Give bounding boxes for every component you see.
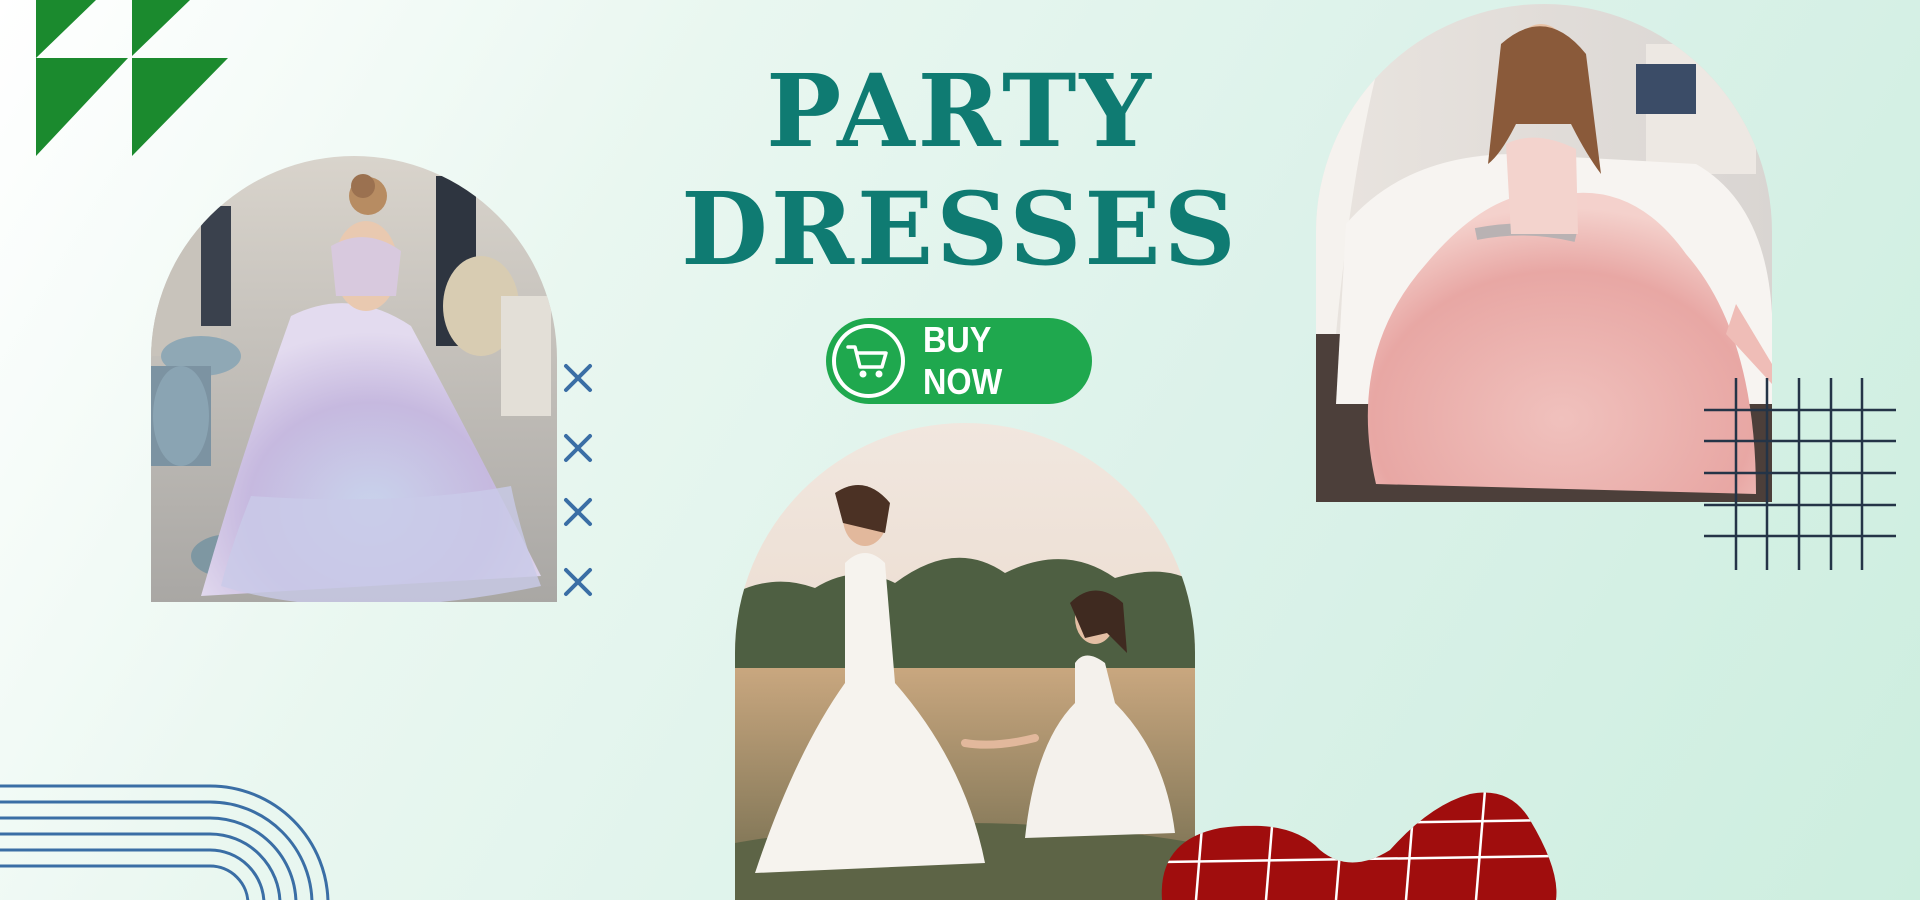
- title-line-2: DRESSES: [681, 170, 1239, 288]
- x-marks-decoration: [564, 364, 592, 596]
- arc-lines-decoration: [0, 784, 330, 900]
- title-line-1: PARTY: [766, 52, 1154, 170]
- shopping-cart-icon: [832, 324, 905, 398]
- grid-lines-decoration: [1704, 378, 1896, 570]
- girl-lilac-ball-gown-photo: [151, 156, 557, 602]
- red-blob-decoration: [1161, 792, 1557, 900]
- page-title: PARTY DRESSES: [660, 52, 1260, 288]
- buy-now-button[interactable]: BUY NOW: [826, 318, 1092, 404]
- buy-now-label: BUY NOW: [922, 319, 1002, 402]
- mother-daughter-white-dresses-photo: [735, 423, 1195, 900]
- triangle-logo-decoration: [36, 0, 228, 156]
